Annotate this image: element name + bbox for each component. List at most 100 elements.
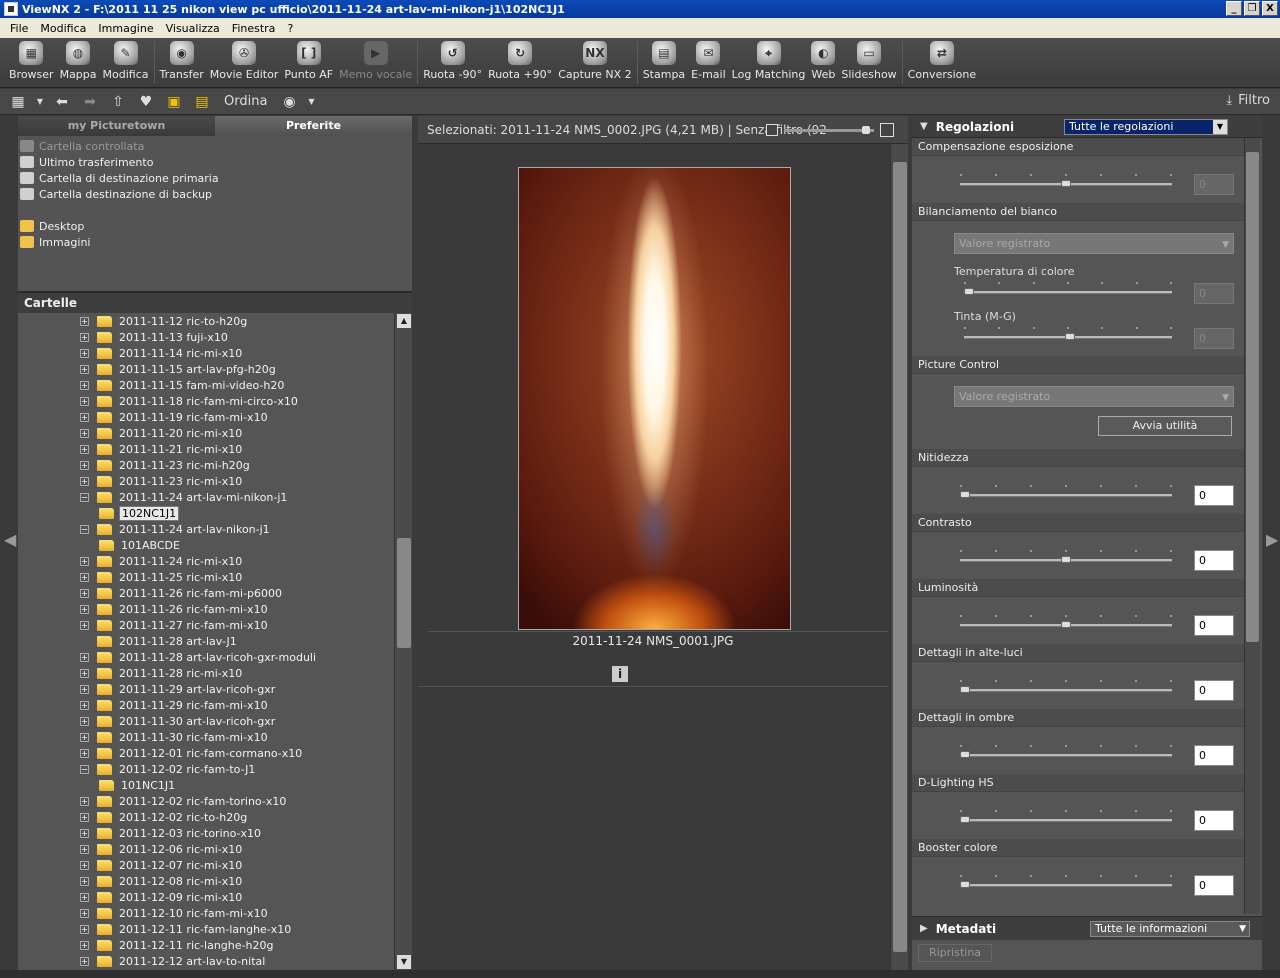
adjustment-slider[interactable] xyxy=(964,282,1172,295)
tree-folder[interactable]: +2011-12-02 ric-fam-torino-x10 xyxy=(18,793,394,809)
toolbar-button-conversione[interactable]: ⇄ Conversione xyxy=(905,38,979,81)
tree-folder[interactable]: +2011-11-15 fam-mi-video-h20 xyxy=(18,377,394,393)
launch-utility-button[interactable]: Avvia utilità xyxy=(1098,416,1232,436)
adjustment-value-input[interactable]: 0 xyxy=(1194,283,1234,304)
expand-icon[interactable]: + xyxy=(80,556,89,566)
expand-icon[interactable]: + xyxy=(80,700,89,710)
menu-finestra[interactable]: Finestra xyxy=(226,22,282,35)
adjustment-value-input[interactable]: 0 xyxy=(1194,810,1234,831)
tree-folder[interactable]: +2011-12-01 ric-fam-cormano-x10 xyxy=(18,745,394,761)
adjustments-filter-dropdown[interactable]: Tutte le regolazioni ▼ xyxy=(1064,119,1228,135)
expand-icon[interactable]: + xyxy=(80,668,89,678)
toolbar-button-capture-nx-2[interactable]: NX Capture NX 2 xyxy=(555,38,635,81)
toolbar-button-memo-vocale[interactable]: ▶ Memo vocale xyxy=(336,38,415,81)
tree-folder[interactable]: +2011-11-28 art-lav-ricoh-gxr-moduli xyxy=(18,649,394,665)
scrollbar-thumb[interactable] xyxy=(397,538,411,648)
new-folder-icon[interactable]: ▣ xyxy=(164,93,184,111)
expand-icon[interactable]: + xyxy=(80,572,89,582)
camera-sort-icon[interactable]: ◉ xyxy=(279,93,299,111)
collapse-icon[interactable]: − xyxy=(80,492,89,502)
close-button[interactable]: X xyxy=(1262,1,1278,16)
adjustment-value-input[interactable]: 0 xyxy=(1194,485,1234,506)
expand-icon[interactable]: + xyxy=(80,860,89,870)
tree-folder[interactable]: − 2011-12-02 ric-fam-to-J1 xyxy=(18,761,394,777)
expand-triangle-icon[interactable]: ▶ xyxy=(920,923,928,934)
tab-my-picturetown[interactable]: my Picturetown xyxy=(18,116,215,136)
tree-folder[interactable]: +2011-11-14 ric-mi-x10 xyxy=(18,345,394,361)
restore-button[interactable]: ❐ xyxy=(1244,1,1260,16)
tree-folder[interactable]: +2011-11-30 art-lav-ricoh-gxr xyxy=(18,713,394,729)
toolbar-button-web[interactable]: ◐ Web xyxy=(808,38,838,81)
slider-knob[interactable] xyxy=(964,288,974,295)
toolbar-button-punto-af[interactable]: [ ] Punto AF xyxy=(281,38,336,81)
slider-knob[interactable] xyxy=(960,686,970,693)
tree-folder[interactable]: +2011-11-30 ric-fam-mi-x10 xyxy=(18,729,394,745)
reset-button[interactable]: Ripristina xyxy=(918,944,992,962)
adjustment-slider[interactable] xyxy=(960,174,1172,187)
adjustment-slider[interactable] xyxy=(960,680,1172,693)
tree-folder[interactable]: +2011-11-15 art-lav-pfg-h20g xyxy=(18,361,394,377)
favorite-folder-icon[interactable]: ♥ xyxy=(136,93,156,111)
adjustment-value-input[interactable]: 0 xyxy=(1194,745,1234,766)
tree-folder[interactable]: +2011-12-09 ric-mi-x10 xyxy=(18,889,394,905)
fit-icon[interactable] xyxy=(766,124,778,136)
expand-icon[interactable]: + xyxy=(80,332,89,342)
tree-folder[interactable]: +2011-12-11 ric-fam-langhe-x10 xyxy=(18,921,394,937)
expand-icon[interactable]: + xyxy=(80,716,89,726)
menu-file[interactable]: File xyxy=(4,22,34,35)
collapse-icon[interactable]: − xyxy=(80,524,89,534)
ordina-label[interactable]: Ordina xyxy=(220,94,271,109)
adjustment-slider[interactable] xyxy=(960,550,1172,563)
expand-icon[interactable]: + xyxy=(80,956,89,966)
open-folder-icon[interactable]: ▤ xyxy=(192,93,212,111)
scroll-up-icon[interactable]: ▲ xyxy=(397,314,411,328)
minimize-button[interactable]: _ xyxy=(1226,1,1242,16)
expand-icon[interactable]: + xyxy=(80,796,89,806)
tree-folder[interactable]: +2011-11-19 ric-fam-mi-x10 xyxy=(18,409,394,425)
adjustments-scrollbar[interactable] xyxy=(1244,138,1260,914)
scrollbar-thumb[interactable] xyxy=(893,162,907,952)
adjustment-slider[interactable] xyxy=(960,810,1172,823)
menu-modifica[interactable]: Modifica xyxy=(34,22,92,35)
expand-icon[interactable]: + xyxy=(80,396,89,406)
menu-immagine[interactable]: Immagine xyxy=(92,22,159,35)
expand-icon[interactable]: + xyxy=(80,748,89,758)
expand-icon[interactable]: + xyxy=(80,620,89,630)
slider-knob[interactable] xyxy=(1065,333,1075,340)
tree-folder[interactable]: +2011-12-10 ric-fam-mi-x10 xyxy=(18,905,394,921)
thumbnail-grid-icon[interactable]: ▦ xyxy=(8,93,28,111)
adjustment-value-input[interactable]: 0 xyxy=(1194,680,1234,701)
expand-icon[interactable]: + xyxy=(80,908,89,918)
forward-arrow-icon[interactable]: ➡ xyxy=(80,93,100,111)
adjustment-slider[interactable] xyxy=(960,615,1172,628)
expand-icon[interactable]: + xyxy=(80,892,89,902)
folder-up-icon[interactable]: ⇧ xyxy=(108,93,128,111)
tree-folder[interactable]: +2011-11-21 ric-mi-x10 xyxy=(18,441,394,457)
slider-knob[interactable] xyxy=(1061,180,1071,187)
toolbar-button-modifica[interactable]: ✎ Modifica xyxy=(100,38,152,81)
adjustment-slider[interactable] xyxy=(960,745,1172,758)
expand-icon[interactable]: + xyxy=(80,444,89,454)
full-view-icon[interactable] xyxy=(880,123,894,137)
expand-icon[interactable]: + xyxy=(80,588,89,598)
expand-icon[interactable]: + xyxy=(80,652,89,662)
expand-icon[interactable]: + xyxy=(80,428,89,438)
tree-folder[interactable]: +2011-12-02 ric-to-h20g xyxy=(18,809,394,825)
tree-folder[interactable]: +2011-11-13 fuji-x10 xyxy=(18,329,394,345)
expand-icon[interactable]: + xyxy=(80,476,89,486)
favorite-item[interactable]: Cartella destinazione di backup xyxy=(20,186,412,202)
tree-folder[interactable]: +2011-12-11 ric-langhe-h20g xyxy=(18,937,394,953)
tree-folder[interactable]: +2011-11-12 ric-to-h20g xyxy=(18,313,394,329)
favorite-item[interactable]: Cartella controllata xyxy=(20,138,412,154)
toolbar-button-ruota-90-[interactable]: ↺ Ruota -90° xyxy=(420,38,485,81)
expand-icon[interactable]: + xyxy=(80,348,89,358)
tree-folder[interactable]: +2011-11-28 ric-mi-x10 xyxy=(18,665,394,681)
toolbar-button-browser[interactable]: ▦ Browser xyxy=(6,38,57,81)
app-icon[interactable] xyxy=(4,2,18,16)
tree-folder[interactable]: +2011-11-29 ric-fam-mi-x10 xyxy=(18,697,394,713)
favorite-item[interactable]: Ultimo trasferimento xyxy=(20,154,412,170)
toolbar-button-transfer[interactable]: ◉ Transfer xyxy=(157,38,207,81)
slider-knob[interactable] xyxy=(1061,556,1071,563)
adjustment-value-input[interactable]: 0 xyxy=(1194,550,1234,571)
tree-folder[interactable]: +2011-11-23 ric-mi-h20g xyxy=(18,457,394,473)
